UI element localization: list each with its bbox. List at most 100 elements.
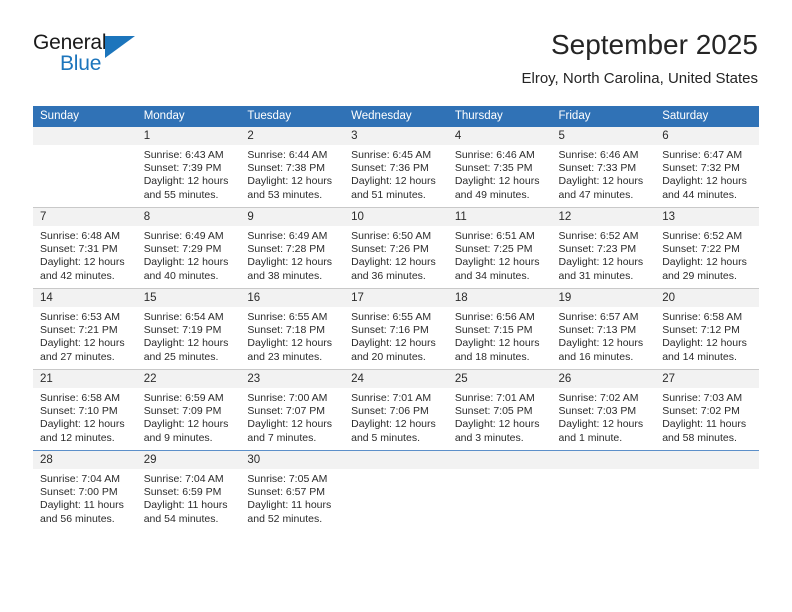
sunset-text: Sunset: 7:33 PM (558, 162, 637, 175)
calendar-empty-cell (447, 450, 552, 531)
daylight-text-line1: Daylight: 12 hours (454, 256, 540, 269)
daylight-text-line1: Daylight: 11 hours (40, 499, 124, 512)
calendar-day-cell[interactable]: 3 Sunrise: 6:45 AM Sunset: 7:36 PM Daylight… (344, 127, 448, 208)
calendar-day-cell[interactable]: 20 Sunrise: 6:58 AM Sunset: 7:12 PM Dayligh… (655, 288, 759, 370)
calendar-day-cell[interactable]: 28 Sunrise: 7:04 AM Sunset: 7:00 PM Dayligh… (33, 450, 137, 531)
sunset-text: Sunset: 7:36 PM (351, 162, 429, 175)
day-number: 4 (447, 127, 552, 145)
calendar-day-cell[interactable]: 10 Sunrise: 6:50 AM Sunset: 7:26 PM Dayligh… (344, 207, 448, 289)
day-details: Sunrise: 7:05 AM Sunset: 6:57 PM Daylight:… (240, 469, 344, 526)
sunrise-text: Sunrise: 6:51 AM (454, 230, 535, 242)
day-number: 20 (655, 289, 759, 307)
sunrise-text: Sunrise: 6:48 AM (40, 230, 120, 242)
calendar-day-cell[interactable]: 27 Sunrise: 7:03 AM Sunset: 7:02 PM Dayligh… (655, 369, 759, 451)
calendar-day-cell[interactable]: 26 Sunrise: 7:02 AM Sunset: 7:03 PM Dayligh… (551, 369, 656, 451)
calendar-day-cell[interactable]: 19 Sunrise: 6:57 AM Sunset: 7:13 PM Dayligh… (551, 288, 656, 370)
calendar-day-cell[interactable]: 14 Sunrise: 6:53 AM Sunset: 7:21 PM Dayligh… (33, 288, 137, 370)
daylight-text-line2: and 55 minutes. (143, 188, 219, 201)
day-number: 8 (136, 208, 241, 226)
day-number: 11 (447, 208, 552, 226)
sunset-text: Sunset: 7:29 PM (143, 243, 222, 256)
calendar-day-cell[interactable]: 15 Sunrise: 6:54 AM Sunset: 7:19 PM Dayligh… (136, 288, 241, 370)
day-number (551, 451, 656, 469)
daylight-text-line2: and 53 minutes. (247, 188, 323, 201)
day-details: Sunrise: 7:04 AM Sunset: 7:00 PM Daylight:… (33, 469, 137, 526)
daylight-text-line1: Daylight: 12 hours (558, 418, 644, 431)
sunrise-text: Sunrise: 6:57 AM (558, 311, 639, 323)
daylight-text-line2: and 5 minutes. (351, 431, 420, 444)
calendar-day-cell[interactable]: 4 Sunrise: 6:46 AM Sunset: 7:35 PM Daylight… (447, 127, 552, 208)
calendar-week-row: 28 Sunrise: 7:04 AM Sunset: 7:00 PM Dayligh… (33, 450, 759, 531)
sunset-text: Sunset: 7:31 PM (40, 243, 118, 256)
daylight-text-line2: and 34 minutes. (454, 269, 530, 282)
day-number: 30 (240, 451, 345, 469)
general-blue-logo[interactable]: General Blue (33, 31, 153, 83)
sunrise-text: Sunrise: 6:45 AM (351, 149, 432, 161)
daylight-text-line1: Daylight: 11 hours (662, 418, 747, 431)
day-details: Sunrise: 7:03 AM Sunset: 7:02 PM Daylight:… (655, 388, 759, 445)
day-details: Sunrise: 6:58 AM Sunset: 7:12 PM Daylight:… (655, 307, 759, 364)
calendar-day-cell[interactable]: 6 Sunrise: 6:47 AM Sunset: 7:32 PM Daylight… (655, 127, 759, 208)
day-details: Sunrise: 6:46 AM Sunset: 7:33 PM Daylight:… (552, 145, 656, 202)
daylight-text-line1: Daylight: 11 hours (247, 499, 332, 512)
day-number: 1 (136, 127, 241, 145)
calendar-day-cell[interactable]: 24 Sunrise: 7:01 AM Sunset: 7:06 PM Dayligh… (344, 369, 448, 451)
calendar-day-cell[interactable]: 13 Sunrise: 6:52 AM Sunset: 7:22 PM Dayligh… (655, 207, 759, 289)
daylight-text-line2: and 23 minutes. (247, 350, 323, 363)
day-details: Sunrise: 7:01 AM Sunset: 7:06 PM Daylight:… (344, 388, 448, 445)
calendar-day-cell[interactable]: 18 Sunrise: 6:56 AM Sunset: 7:15 PM Dayligh… (447, 288, 552, 370)
daylight-text-line2: and 16 minutes. (558, 350, 634, 363)
daylight-text-line2: and 9 minutes. (143, 431, 213, 444)
day-details: Sunrise: 6:51 AM Sunset: 7:25 PM Daylight:… (448, 226, 552, 283)
daylight-text-line1: Daylight: 12 hours (662, 337, 747, 350)
day-number: 5 (551, 127, 656, 145)
sunset-text: Sunset: 7:22 PM (662, 243, 740, 256)
daylight-text-line2: and 49 minutes. (454, 188, 530, 201)
day-details: Sunrise: 6:52 AM Sunset: 7:22 PM Daylight:… (655, 226, 759, 283)
sunset-text: Sunset: 7:38 PM (247, 162, 326, 175)
calendar-day-cell[interactable]: 17 Sunrise: 6:55 AM Sunset: 7:16 PM Dayligh… (344, 288, 448, 370)
daylight-text-line2: and 44 minutes. (662, 188, 737, 201)
daylight-text-line1: Daylight: 12 hours (351, 256, 436, 269)
day-details: Sunrise: 7:00 AM Sunset: 7:07 PM Daylight:… (240, 388, 344, 445)
calendar-day-cell[interactable]: 30 Sunrise: 7:05 AM Sunset: 6:57 PM Dayligh… (240, 450, 345, 531)
weekday-header-tuesday: Tuesday (240, 106, 345, 127)
day-details: Sunrise: 7:02 AM Sunset: 7:03 PM Daylight:… (552, 388, 656, 445)
calendar-day-cell[interactable]: 1 Sunrise: 6:43 AM Sunset: 7:39 PM Daylight… (136, 127, 241, 208)
day-number (33, 127, 137, 145)
sunset-text: Sunset: 7:26 PM (351, 243, 429, 256)
sunset-text: Sunset: 7:25 PM (454, 243, 533, 256)
daylight-text-line1: Daylight: 12 hours (662, 175, 747, 188)
calendar-day-cell[interactable]: 2 Sunrise: 6:44 AM Sunset: 7:38 PM Daylight… (240, 127, 345, 208)
day-details: Sunrise: 6:49 AM Sunset: 7:28 PM Daylight:… (240, 226, 344, 283)
daylight-text-line2: and 1 minute. (558, 431, 623, 444)
calendar-day-cell[interactable]: 9 Sunrise: 6:49 AM Sunset: 7:28 PM Daylight… (240, 207, 345, 289)
calendar-day-cell[interactable]: 23 Sunrise: 7:00 AM Sunset: 7:07 PM Dayligh… (240, 369, 345, 451)
daylight-text-line1: Daylight: 12 hours (351, 175, 436, 188)
calendar-day-cell[interactable]: 16 Sunrise: 6:55 AM Sunset: 7:18 PM Dayligh… (240, 288, 345, 370)
calendar-week-row: 7 Sunrise: 6:48 AM Sunset: 7:31 PM Daylight… (33, 207, 759, 289)
calendar-empty-cell (33, 127, 137, 208)
daylight-text-line1: Daylight: 12 hours (40, 256, 125, 269)
calendar-day-cell[interactable]: 29 Sunrise: 7:04 AM Sunset: 6:59 PM Dayligh… (136, 450, 241, 531)
calendar-day-cell[interactable]: 11 Sunrise: 6:51 AM Sunset: 7:25 PM Dayligh… (447, 207, 552, 289)
calendar-day-cell[interactable]: 21 Sunrise: 6:58 AM Sunset: 7:10 PM Dayligh… (33, 369, 137, 451)
calendar-day-cell[interactable]: 12 Sunrise: 6:52 AM Sunset: 7:23 PM Dayligh… (551, 207, 656, 289)
calendar-day-cell[interactable]: 22 Sunrise: 6:59 AM Sunset: 7:09 PM Dayligh… (136, 369, 241, 451)
daylight-text-line2: and 12 minutes. (40, 431, 115, 444)
day-number: 25 (447, 370, 552, 388)
day-number: 24 (344, 370, 448, 388)
calendar-day-cell[interactable]: 8 Sunrise: 6:49 AM Sunset: 7:29 PM Daylight… (136, 207, 241, 289)
day-number: 17 (344, 289, 448, 307)
daylight-text-line2: and 51 minutes. (351, 188, 426, 201)
sunrise-text: Sunrise: 7:01 AM (351, 392, 432, 404)
sunset-text: Sunset: 7:10 PM (40, 405, 118, 418)
sunrise-text: Sunrise: 7:04 AM (143, 473, 224, 485)
daylight-text-line2: and 52 minutes. (247, 512, 323, 525)
sunset-text: Sunset: 7:03 PM (558, 405, 637, 418)
calendar-day-cell[interactable]: 7 Sunrise: 6:48 AM Sunset: 7:31 PM Daylight… (33, 207, 137, 289)
day-details: Sunrise: 6:57 AM Sunset: 7:13 PM Daylight:… (552, 307, 656, 364)
calendar-day-cell[interactable]: 25 Sunrise: 7:01 AM Sunset: 7:05 PM Dayligh… (447, 369, 552, 451)
calendar-day-cell[interactable]: 5 Sunrise: 6:46 AM Sunset: 7:33 PM Daylight… (551, 127, 656, 208)
daylight-text-line1: Daylight: 12 hours (143, 256, 229, 269)
